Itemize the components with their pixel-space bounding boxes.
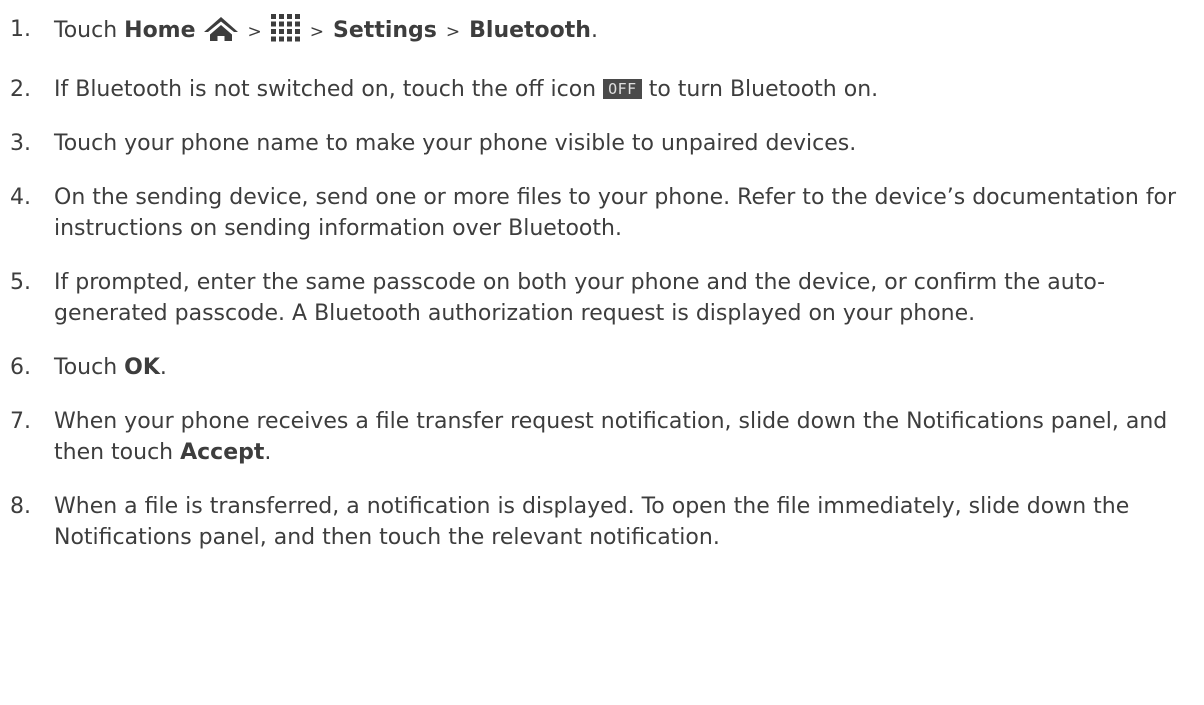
period: . (590, 18, 598, 43)
step-7: 7. When your phone receives a file trans… (10, 406, 1195, 468)
step-5: 5. If prompted, enter the same passcode … (10, 267, 1195, 329)
step-6: 6. Touch OK. (10, 352, 1195, 383)
path-separator: > (247, 22, 262, 42)
touch-word: Touch (54, 355, 118, 380)
bluetooth-label: Bluetooth (469, 18, 591, 43)
step-number: 5. (10, 270, 31, 295)
step-text-part: to turn Bluetooth on. (648, 77, 879, 102)
apps-grid-icon (270, 14, 301, 51)
step-text: When a file is transferred, a notificati… (54, 494, 1130, 550)
step-text: When your phone receives a file transfer… (54, 406, 1195, 468)
off-toggle-icon: OFF (603, 79, 642, 99)
period: . (264, 440, 272, 465)
step-1: 1. Touch Home > > Settings > Bluetooth. (10, 14, 1195, 51)
instruction-list: 1. Touch Home > > Settings > Bluetooth. … (10, 14, 1195, 576)
step-number: 3. (10, 131, 31, 156)
step-4: 4. On the sending device, send one or mo… (10, 182, 1195, 244)
step-number: 6. (10, 355, 31, 380)
period: . (159, 355, 167, 380)
step-text: Touch Home > > Settings > Bluetooth. (54, 14, 1195, 51)
step-8: 8. When a file is transferred, a notific… (10, 491, 1195, 553)
step-3: 3. Touch your phone name to make your ph… (10, 128, 1195, 159)
step-number: 1. (10, 17, 31, 42)
path-separator: > (445, 22, 461, 42)
touch-word: Touch (54, 18, 118, 43)
step-text: If Bluetooth is not switched on, touch t… (54, 74, 1195, 105)
step-number: 8. (10, 494, 31, 519)
step-2: 2. If Bluetooth is not switched on, touc… (10, 74, 1195, 105)
step-text: If prompted, enter the same passcode on … (54, 270, 1106, 326)
step-text-part: If Bluetooth is not switched on, touch t… (54, 77, 597, 102)
accept-label: Accept (180, 440, 265, 465)
ok-label: OK (124, 355, 160, 380)
step-number: 4. (10, 185, 31, 210)
step-number: 2. (10, 77, 31, 102)
step-text: Touch OK. (54, 352, 1195, 383)
home-icon (203, 16, 239, 51)
step-number: 7. (10, 409, 31, 434)
path-separator: > (309, 22, 325, 42)
settings-label: Settings (333, 18, 437, 43)
home-label: Home (124, 18, 196, 43)
step-text: Touch your phone name to make your phone… (54, 131, 857, 156)
step-text: On the sending device, send one or more … (54, 185, 1177, 241)
